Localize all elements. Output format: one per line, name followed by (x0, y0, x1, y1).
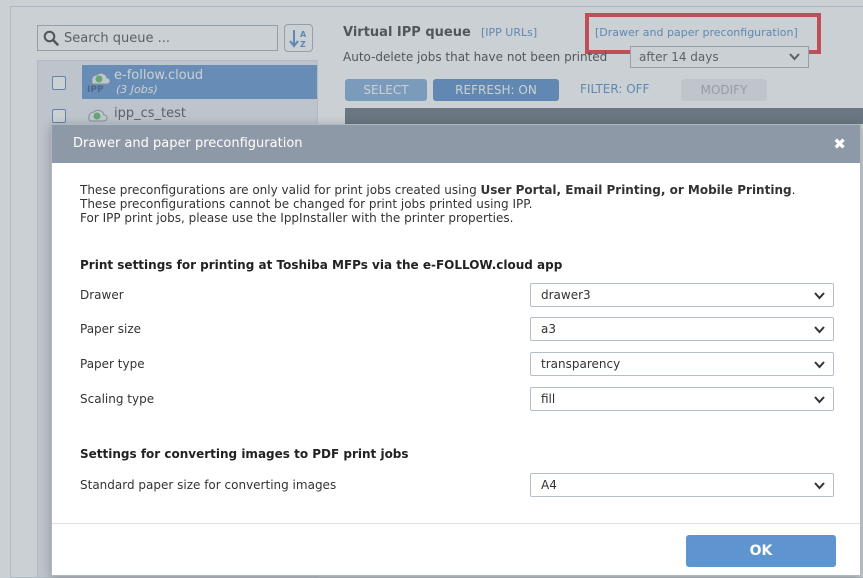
convert-paper-size-value: A4 (541, 478, 557, 492)
section-title-image-conversion: Settings for converting images to PDF pr… (80, 447, 409, 461)
dialog-intro: These preconfigurations are only valid f… (80, 183, 850, 225)
intro-line1-prefix: These preconfigurations are only valid f… (80, 183, 481, 197)
paper-type-value: transparency (541, 357, 621, 371)
paper-type-select[interactable]: transparency (530, 352, 834, 376)
convert-paper-size-label: Standard paper size for converting image… (80, 478, 337, 492)
chevron-down-icon (814, 482, 825, 490)
drawer-select[interactable]: drawer3 (530, 283, 834, 307)
dialog-title: Drawer and paper preconfiguration (73, 136, 303, 151)
drawer-value: drawer3 (541, 288, 591, 302)
drawer-preconfiguration-dialog: Drawer and paper preconfiguration ✖ Thes… (51, 124, 861, 576)
scaling-type-select[interactable]: fill (530, 387, 834, 411)
dialog-header: Drawer and paper preconfiguration ✖ (52, 125, 860, 163)
paper-size-label: Paper size (80, 322, 142, 336)
intro-line1-suffix: . (791, 183, 796, 197)
paper-size-value: a3 (541, 322, 556, 336)
close-icon[interactable]: ✖ (833, 125, 846, 163)
drawer-label: Drawer (80, 288, 124, 302)
intro-line1-bold: User Portal, Email Printing, or Mobile P… (480, 183, 792, 197)
chevron-down-icon (814, 396, 825, 404)
chevron-down-icon (814, 361, 825, 369)
intro-line3: For IPP print jobs, please use the IppIn… (80, 211, 514, 225)
paper-type-label: Paper type (80, 357, 145, 371)
scaling-type-label: Scaling type (80, 392, 155, 406)
chevron-down-icon (814, 326, 825, 334)
chevron-down-icon (814, 292, 825, 300)
intro-line2: These preconfigurations cannot be change… (80, 197, 533, 211)
paper-size-select[interactable]: a3 (530, 317, 834, 341)
section-title-print-settings: Print settings for printing at Toshiba M… (80, 258, 563, 272)
scaling-type-value: fill (541, 392, 556, 406)
ok-button[interactable]: OK (686, 535, 836, 567)
dialog-footer-divider (52, 523, 860, 524)
convert-paper-size-select[interactable]: A4 (530, 473, 834, 497)
